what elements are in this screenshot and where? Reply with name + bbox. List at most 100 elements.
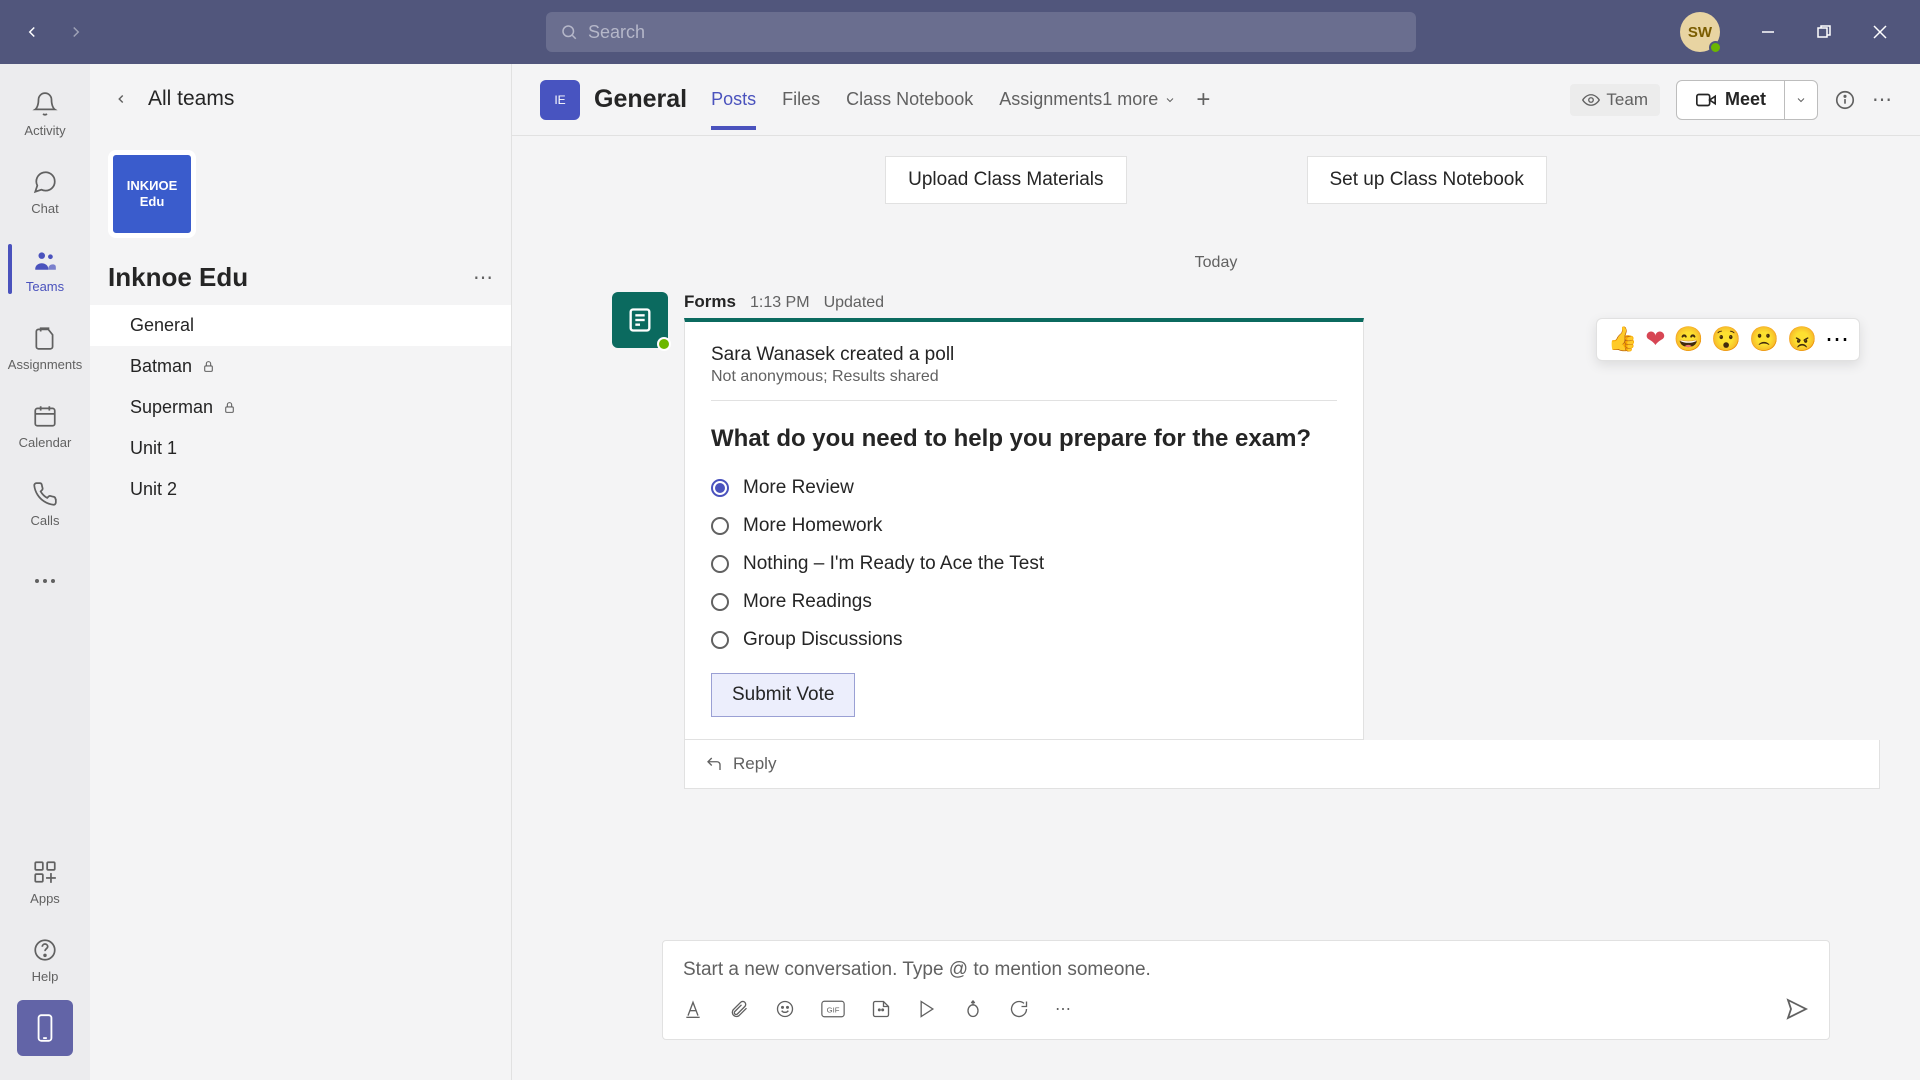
info-button[interactable]	[1834, 89, 1856, 111]
channel-item-unit-1[interactable]: Unit 1	[90, 428, 511, 469]
reply-button[interactable]: Reply	[684, 740, 1880, 789]
tab-assignments[interactable]: Assignments	[999, 69, 1102, 130]
upload-materials-button[interactable]: Upload Class Materials	[885, 156, 1126, 204]
channel-item-superman[interactable]: Superman	[90, 387, 511, 428]
reaction-0[interactable]: 👍	[1607, 325, 1637, 354]
poll-option-1[interactable]: More Homework	[711, 515, 1337, 537]
minimize-button[interactable]	[1740, 12, 1796, 52]
poll-option-3[interactable]: More Readings	[711, 591, 1337, 613]
loop-button[interactable]	[1009, 999, 1029, 1019]
meet-button-main[interactable]: Meet	[1677, 81, 1784, 119]
poll-question: What do you need to help you prepare for…	[711, 423, 1337, 455]
post: Forms 1:13 PM Updated Sara Wanasek creat…	[612, 292, 1880, 809]
poll-option-4[interactable]: Group Discussions	[711, 629, 1337, 651]
rail-calls[interactable]: Calls	[8, 466, 82, 540]
search-input[interactable]	[588, 22, 1402, 43]
channel-item-general[interactable]: General	[90, 305, 511, 346]
channel-item-unit-2[interactable]: Unit 2	[90, 469, 511, 510]
rail-help[interactable]: Help	[8, 922, 82, 996]
meet-button-dropdown[interactable]	[1784, 81, 1817, 119]
nav-back-button[interactable]	[12, 12, 52, 52]
maximize-button[interactable]	[1796, 12, 1852, 52]
channel-label: Unit 2	[130, 479, 177, 500]
radio-icon	[711, 593, 729, 611]
search-icon	[560, 23, 578, 41]
reaction-5[interactable]: 😠	[1787, 325, 1817, 354]
composer-input[interactable]	[683, 959, 1809, 981]
tab-more[interactable]: 1 more	[1102, 89, 1176, 110]
channel-item-batman[interactable]: Batman	[90, 346, 511, 387]
user-avatar[interactable]: SW	[1680, 12, 1720, 52]
poll-option-label: More Review	[743, 477, 854, 499]
tab-posts[interactable]: Posts	[711, 69, 756, 130]
rail-chat[interactable]: Chat	[8, 154, 82, 228]
rail-more[interactable]	[8, 544, 82, 618]
search-field[interactable]	[546, 12, 1416, 52]
rail-teams[interactable]: Teams	[8, 232, 82, 306]
rail-calendar[interactable]: Calendar	[8, 388, 82, 462]
meet-button: Meet	[1676, 80, 1818, 120]
tab-class-notebook[interactable]: Class Notebook	[846, 69, 973, 130]
all-teams-label[interactable]: All teams	[148, 87, 234, 111]
team-name: Inknoe Edu	[108, 262, 473, 293]
radio-icon	[711, 555, 729, 573]
reaction-2[interactable]: 😄	[1673, 325, 1703, 354]
post-time: 1:13 PM	[750, 294, 810, 312]
add-tab-button[interactable]: +	[1196, 86, 1210, 114]
gif-button[interactable]: GIF	[821, 1000, 845, 1018]
sticker-button[interactable]	[871, 999, 891, 1019]
assignments-icon	[32, 323, 58, 353]
send-button[interactable]	[1785, 997, 1809, 1021]
bell-icon	[32, 89, 58, 119]
presence-indicator	[657, 337, 671, 351]
lock-icon	[223, 401, 236, 414]
reaction-more-button[interactable]: ⋯	[1825, 325, 1849, 354]
poll-option-label: Nothing – I'm Ready to Ace the Test	[743, 553, 1044, 575]
format-button[interactable]	[683, 999, 703, 1019]
close-button[interactable]	[1852, 12, 1908, 52]
composer[interactable]: GIF ⋯	[662, 940, 1830, 1040]
nav-forward-button[interactable]	[56, 12, 96, 52]
apps-icon	[32, 857, 58, 887]
message-area: Upload Class Materials Set up Class Note…	[512, 136, 1920, 920]
poll-option-2[interactable]: Nothing – I'm Ready to Ace the Test	[711, 553, 1337, 575]
rail-activity[interactable]: Activity	[8, 76, 82, 150]
setup-notebook-button[interactable]: Set up Class Notebook	[1307, 156, 1547, 204]
reaction-3[interactable]: 😯	[1711, 325, 1741, 354]
chevron-down-icon	[1164, 94, 1176, 106]
back-to-teams-button[interactable]	[114, 92, 128, 106]
tab-list: Posts Files Class Notebook Assignments	[711, 69, 1102, 130]
reaction-1[interactable]: ❤	[1645, 325, 1665, 354]
poll-created-by: Sara Wanasek created a poll	[711, 344, 1337, 366]
rail-apps[interactable]: Apps	[8, 844, 82, 918]
schedule-button[interactable]	[917, 999, 937, 1019]
praise-button[interactable]	[963, 999, 983, 1019]
poll-option-label: More Homework	[743, 515, 882, 537]
poll-option-0[interactable]: More Review	[711, 477, 1337, 499]
attach-button[interactable]	[729, 999, 749, 1019]
team-more-button[interactable]: ⋯	[473, 265, 493, 290]
emoji-button[interactable]	[775, 999, 795, 1019]
poll-options: More Review More Homework Nothing – I'm Re…	[711, 477, 1337, 651]
team-visibility-label[interactable]: Team	[1570, 84, 1660, 116]
video-icon	[1695, 89, 1717, 111]
submit-vote-button[interactable]: Submit Vote	[711, 673, 855, 717]
channel-label: Unit 1	[130, 438, 177, 459]
radio-icon	[711, 631, 729, 649]
reaction-4[interactable]: 🙁	[1749, 325, 1779, 354]
radio-icon	[711, 479, 729, 497]
calendar-icon	[32, 401, 58, 431]
more-options-button[interactable]: ⋯	[1872, 87, 1892, 112]
rail-assignments[interactable]: Assignments	[8, 310, 82, 384]
post-updated-label: Updated	[824, 294, 885, 312]
team-avatar[interactable]: INKИOE Edu	[108, 150, 196, 238]
app-rail: Activity Chat Teams Assignments Calendar…	[0, 64, 90, 1080]
tab-files[interactable]: Files	[782, 69, 820, 130]
reactions-bar: 👍 ❤ 😄 😯 🙁 😠 ⋯	[1596, 318, 1860, 361]
content-header: IE General PostsFilesClass NotebookAssig…	[512, 64, 1920, 136]
more-tools-button[interactable]: ⋯	[1055, 999, 1071, 1019]
forms-app-avatar	[612, 292, 668, 348]
rail-mobile[interactable]	[17, 1000, 73, 1056]
poll-card: Sara Wanasek created a poll Not anonymou…	[684, 318, 1364, 740]
chevron-down-icon	[1795, 94, 1807, 106]
